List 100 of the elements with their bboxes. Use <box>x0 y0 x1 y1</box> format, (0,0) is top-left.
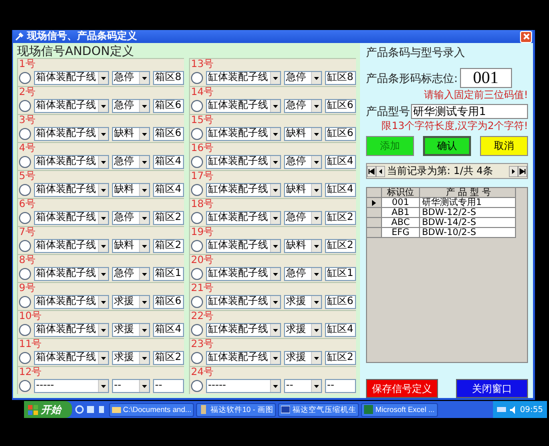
barcode-field[interactable]: 001 <box>460 68 512 88</box>
radio-button[interactable] <box>19 268 31 280</box>
radio-button[interactable] <box>191 156 203 168</box>
text-field[interactable]: 箱区6 <box>153 127 184 141</box>
text-field[interactable]: 缸区8 <box>325 71 356 85</box>
dropdown[interactable]: 缺料 <box>284 183 322 197</box>
dropdown[interactable]: -- <box>112 379 150 393</box>
radio-button[interactable] <box>19 128 31 140</box>
radio-button[interactable] <box>19 184 31 196</box>
text-field[interactable]: 箱区2 <box>153 239 184 253</box>
dropdown[interactable]: 急停 <box>284 99 322 113</box>
text-field[interactable]: 箱区4 <box>153 183 184 197</box>
dropdown[interactable]: 求援 <box>112 323 150 337</box>
radio-button[interactable] <box>19 156 31 168</box>
dropdown[interactable]: 缸体装配子线 <box>206 323 281 337</box>
text-field[interactable]: 缸区2 <box>325 239 356 253</box>
dropdown[interactable]: 急停 <box>112 71 150 85</box>
dropdown[interactable]: 缸体装配子线 <box>206 127 281 141</box>
dropdown[interactable]: 求援 <box>112 295 150 309</box>
text-field[interactable]: 箱区6 <box>153 295 184 309</box>
dropdown[interactable]: -- <box>284 379 322 393</box>
dropdown[interactable]: 急停 <box>284 211 322 225</box>
radio-button[interactable] <box>19 240 31 252</box>
dropdown[interactable]: 急停 <box>284 155 322 169</box>
radio-button[interactable] <box>191 268 203 280</box>
text-field[interactable]: 箱区6 <box>153 99 184 113</box>
text-field[interactable]: 箱区4 <box>153 155 184 169</box>
dropdown[interactable]: 缸体装配子线 <box>206 155 281 169</box>
dropdown[interactable]: 急停 <box>112 99 150 113</box>
radio-button[interactable] <box>19 380 31 392</box>
text-field[interactable]: 缸区2 <box>325 351 356 365</box>
text-field[interactable]: -- <box>153 379 184 393</box>
text-field[interactable]: 箱区8 <box>153 71 184 85</box>
dropdown[interactable]: 缸体装配子线 <box>206 267 281 281</box>
dropdown[interactable]: 缸体装配子线 <box>206 211 281 225</box>
text-field[interactable]: 缸区1 <box>325 267 356 281</box>
radio-button[interactable] <box>191 184 203 196</box>
start-button[interactable]: 开始 <box>24 401 72 418</box>
dropdown[interactable]: 急停 <box>284 267 322 281</box>
dropdown[interactable]: 箱体装配子线 <box>34 267 109 281</box>
dropdown[interactable]: 求援 <box>284 323 322 337</box>
dropdown[interactable]: 急停 <box>284 71 322 85</box>
text-field[interactable]: 箱区2 <box>153 351 184 365</box>
radio-button[interactable] <box>19 296 31 308</box>
dropdown[interactable]: 缺料 <box>112 127 150 141</box>
dropdown[interactable]: 缸体装配子线 <box>206 351 281 365</box>
dropdown[interactable]: 箱体装配子线 <box>34 323 109 337</box>
radio-button[interactable] <box>191 100 203 112</box>
save-button[interactable]: 保存信号定义 <box>366 379 438 398</box>
dropdown[interactable]: 缺料 <box>112 239 150 253</box>
radio-button[interactable] <box>191 352 203 364</box>
confirm-button[interactable]: 确认 <box>423 136 471 156</box>
text-field[interactable]: 箱区4 <box>153 323 184 337</box>
dropdown[interactable]: 缸体装配子线 <box>206 71 281 85</box>
dropdown[interactable]: 求援 <box>284 295 322 309</box>
radio-button[interactable] <box>191 240 203 252</box>
dropdown[interactable]: 缺料 <box>112 183 150 197</box>
close-button[interactable]: 关闭窗口 <box>456 379 528 398</box>
model-field[interactable]: 研华测试专用1 <box>411 104 528 119</box>
radio-button[interactable] <box>191 324 203 336</box>
dropdown[interactable]: 箱体装配子线 <box>34 239 109 253</box>
dropdown[interactable]: 箱体装配子线 <box>34 99 109 113</box>
dropdown[interactable]: 缸体装配子线 <box>206 99 281 113</box>
radio-button[interactable] <box>191 72 203 84</box>
dropdown[interactable]: 缸体装配子线 <box>206 239 281 253</box>
text-field[interactable]: 缸区6 <box>325 127 356 141</box>
radio-button[interactable] <box>191 212 203 224</box>
dropdown[interactable]: ----- <box>206 379 281 393</box>
dropdown[interactable]: 急停 <box>112 155 150 169</box>
text-field[interactable]: 箱区1 <box>153 267 184 281</box>
radio-button[interactable] <box>19 212 31 224</box>
close-button[interactable] <box>520 30 532 42</box>
radio-button[interactable] <box>191 128 203 140</box>
radio-button[interactable] <box>19 352 31 364</box>
dropdown[interactable]: 缸体装配子线 <box>206 183 281 197</box>
dropdown[interactable]: 缺料 <box>284 127 322 141</box>
text-field[interactable]: 缸区4 <box>325 155 356 169</box>
text-field[interactable]: -- <box>325 379 356 393</box>
dropdown[interactable]: 箱体装配子线 <box>34 155 109 169</box>
dropdown[interactable]: 缸体装配子线 <box>206 295 281 309</box>
cancel-button[interactable]: 取消 <box>480 136 528 156</box>
radio-button[interactable] <box>19 324 31 336</box>
row-header[interactable] <box>367 198 382 208</box>
text-field[interactable]: 缸区6 <box>325 99 356 113</box>
radio-button[interactable] <box>191 296 203 308</box>
dropdown[interactable]: 急停 <box>112 267 150 281</box>
text-field[interactable]: 缸区2 <box>325 211 356 225</box>
text-field[interactable]: 缸区4 <box>325 323 356 337</box>
text-field[interactable]: 缸区6 <box>325 295 356 309</box>
dropdown[interactable]: 箱体装配子线 <box>34 127 109 141</box>
dropdown[interactable]: 缺料 <box>284 239 322 253</box>
dropdown[interactable]: ----- <box>34 379 109 393</box>
dropdown[interactable]: 箱体装配子线 <box>34 183 109 197</box>
radio-button[interactable] <box>19 72 31 84</box>
radio-button[interactable] <box>191 380 203 392</box>
dropdown[interactable]: 求援 <box>284 351 322 365</box>
text-field[interactable]: 箱区2 <box>153 211 184 225</box>
radio-button[interactable] <box>19 100 31 112</box>
dropdown[interactable]: 急停 <box>112 211 150 225</box>
dropdown[interactable]: 箱体装配子线 <box>34 295 109 309</box>
